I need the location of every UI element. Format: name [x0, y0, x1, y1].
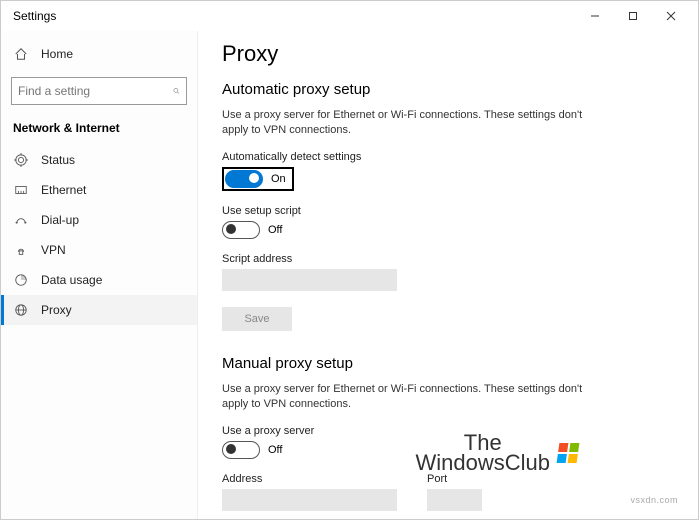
sidebar-item-label: Dial-up: [41, 213, 79, 227]
sidebar-item-proxy[interactable]: Proxy: [1, 295, 197, 325]
manual-section-desc: Use a proxy server for Ethernet or Wi-Fi…: [222, 382, 602, 413]
window-controls: [576, 2, 690, 30]
sidebar-item-label: Ethernet: [41, 183, 86, 197]
search-input[interactable]: [18, 84, 173, 98]
home-icon: [13, 46, 29, 62]
manual-section-title: Manual proxy setup: [222, 355, 668, 372]
port-label: Port: [427, 473, 482, 485]
status-icon: [13, 152, 29, 168]
sidebar-section-header: Network & Internet: [1, 117, 197, 145]
vpn-icon: [13, 242, 29, 258]
sidebar-item-ethernet[interactable]: Ethernet: [1, 175, 197, 205]
sidebar-item-label: Proxy: [41, 303, 72, 317]
page-title: Proxy: [222, 41, 668, 67]
minimize-icon: [590, 11, 600, 21]
auto-detect-toggle-highlight: On: [222, 167, 294, 191]
home-nav[interactable]: Home: [1, 39, 197, 69]
maximize-icon: [628, 11, 638, 21]
maximize-button[interactable]: [614, 2, 652, 30]
script-address-input[interactable]: [222, 269, 397, 291]
sidebar: Home Network & Internet Status Ethernet …: [1, 31, 198, 519]
search-icon: [173, 84, 180, 98]
home-label: Home: [41, 47, 73, 61]
ethernet-icon: [13, 182, 29, 198]
window-title: Settings: [9, 9, 576, 23]
use-proxy-state: Off: [268, 444, 282, 456]
minimize-button[interactable]: [576, 2, 614, 30]
main-content: Proxy Automatic proxy setup Use a proxy …: [198, 31, 698, 519]
close-icon: [666, 11, 676, 21]
address-input[interactable]: [222, 489, 397, 511]
titlebar: Settings: [1, 1, 698, 31]
datausage-icon: [13, 272, 29, 288]
use-proxy-label: Use a proxy server: [222, 425, 668, 437]
script-address-label: Script address: [222, 253, 668, 265]
sidebar-item-label: Status: [41, 153, 75, 167]
auto-section-desc: Use a proxy server for Ethernet or Wi-Fi…: [222, 108, 602, 139]
sidebar-item-status[interactable]: Status: [1, 145, 197, 175]
search-box[interactable]: [11, 77, 187, 105]
auto-detect-label: Automatically detect settings: [222, 151, 668, 163]
port-input[interactable]: [427, 489, 482, 511]
proxy-icon: [13, 302, 29, 318]
sidebar-item-vpn[interactable]: VPN: [1, 235, 197, 265]
dialup-icon: [13, 212, 29, 228]
auto-section-title: Automatic proxy setup: [222, 81, 668, 98]
sidebar-item-dialup[interactable]: Dial-up: [1, 205, 197, 235]
use-proxy-toggle[interactable]: [222, 441, 260, 459]
close-button[interactable]: [652, 2, 690, 30]
use-script-state: Off: [268, 224, 282, 236]
sidebar-item-datausage[interactable]: Data usage: [1, 265, 197, 295]
sidebar-item-label: VPN: [41, 243, 66, 257]
auto-detect-toggle[interactable]: [225, 170, 263, 188]
use-script-toggle[interactable]: [222, 221, 260, 239]
address-label: Address: [222, 473, 397, 485]
auto-detect-state: On: [271, 173, 286, 185]
use-script-label: Use setup script: [222, 205, 668, 217]
sidebar-item-label: Data usage: [41, 273, 102, 287]
save-button[interactable]: Save: [222, 307, 292, 331]
